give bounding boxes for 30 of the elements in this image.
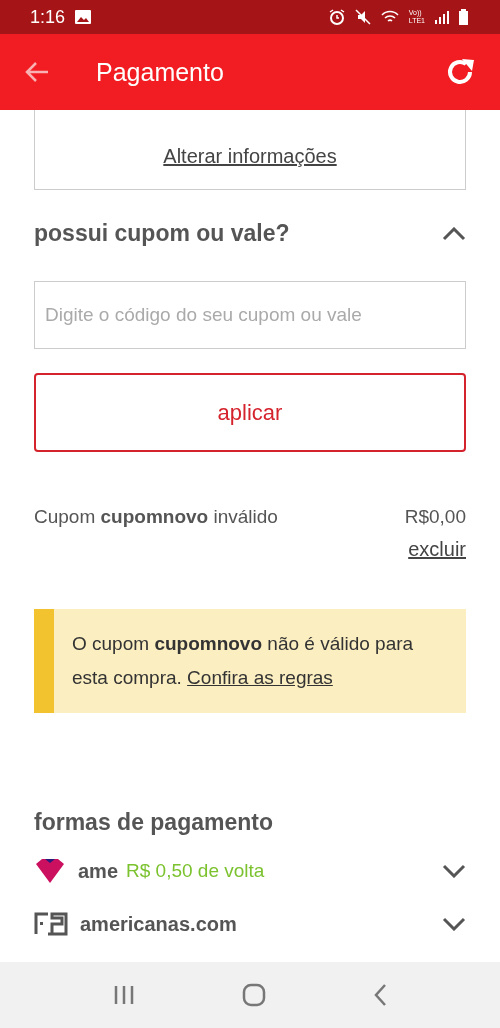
home-button[interactable] xyxy=(242,983,266,1007)
status-time: 1:16 xyxy=(30,6,66,28)
recent-apps-button[interactable] xyxy=(113,985,136,1005)
chevron-down-icon[interactable] xyxy=(442,917,466,931)
chevron-down-icon[interactable] xyxy=(442,864,466,878)
back-nav-button[interactable] xyxy=(372,983,387,1007)
payment-name: ame xyxy=(78,859,119,883)
mute-icon xyxy=(354,9,371,25)
section-heading: possui cupom ou vale? xyxy=(34,220,290,247)
cashback-text: R$ 0,50 de volta xyxy=(126,860,265,882)
coupon-status: Cupom cupomnovo inválido xyxy=(34,506,278,528)
page-title: Pagamento xyxy=(96,57,225,87)
wifi-icon xyxy=(380,10,399,24)
battery-icon xyxy=(459,9,468,25)
apply-button[interactable]: aplicar xyxy=(34,373,466,452)
section-heading: formas de pagamento xyxy=(34,809,273,835)
chevron-up-icon[interactable] xyxy=(442,226,466,241)
signal-icon xyxy=(435,10,449,24)
alarm-icon xyxy=(328,9,345,25)
rules-link[interactable]: Confira as regras xyxy=(187,667,333,688)
remove-link[interactable]: excluir xyxy=(408,538,466,561)
change-info-link[interactable]: Alterar informações xyxy=(163,145,337,168)
notice-text: O cupom cupomnovo não é válido para esta compra. Confira as regras xyxy=(72,632,415,690)
image-icon xyxy=(75,10,92,24)
back-button[interactable] xyxy=(24,61,50,83)
store-logo-icon xyxy=(34,912,68,936)
payment-name: americanas.com xyxy=(80,912,237,936)
coupon-amount: R$0,00 xyxy=(404,506,466,528)
coupon-input[interactable]: Digite o código do seu cupom ou vale xyxy=(34,281,466,349)
heart-logo-icon xyxy=(34,858,66,884)
